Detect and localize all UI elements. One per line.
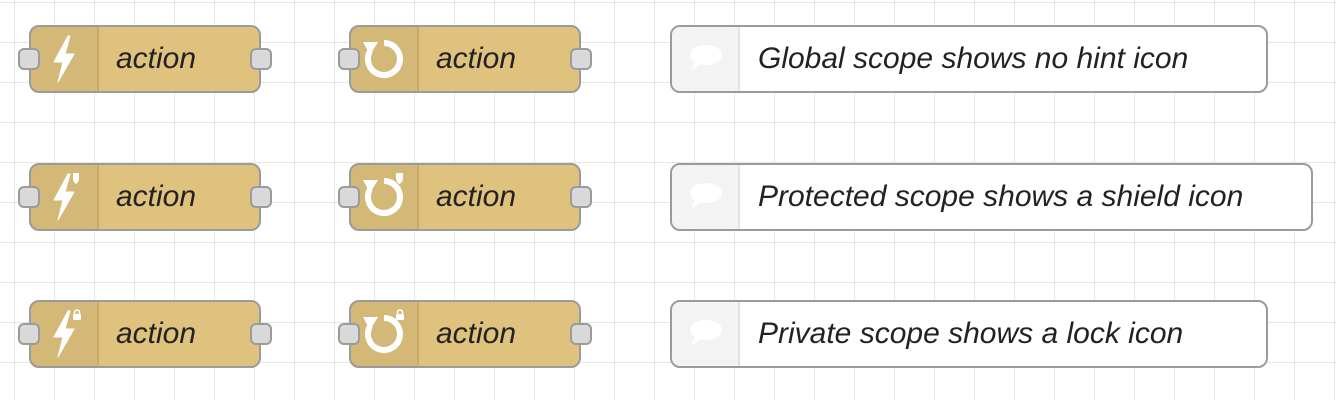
input-port[interactable] — [338, 323, 360, 345]
inject-lightning-icon — [31, 27, 99, 91]
flow-canvas[interactable]: action action Global scope shows no hint… — [0, 0, 1336, 400]
comment-node-protected[interactable]: Protected scope shows a shield icon — [670, 163, 1313, 231]
input-port[interactable] — [18, 186, 40, 208]
comment-speech-bubble-icon — [672, 165, 740, 229]
output-port[interactable] — [570, 48, 592, 70]
output-port[interactable] — [570, 186, 592, 208]
node-label: action — [436, 317, 517, 350]
node-label: action — [116, 42, 197, 75]
inject-lightning-icon — [31, 302, 99, 366]
output-port[interactable] — [570, 323, 592, 345]
action-node-inject-private[interactable]: action — [18, 300, 272, 368]
comment-text: Protected scope shows a shield icon — [758, 180, 1244, 213]
node-label: action — [436, 180, 517, 213]
output-port[interactable] — [250, 323, 272, 345]
trigger-refresh-icon — [351, 302, 419, 366]
input-port[interactable] — [18, 323, 40, 345]
shield-icon — [396, 173, 403, 184]
action-node-trigger-global[interactable]: action — [338, 25, 592, 93]
comment-text: Global scope shows no hint icon — [758, 42, 1189, 75]
node-label: action — [116, 317, 197, 350]
comment-node-global[interactable]: Global scope shows no hint icon — [670, 25, 1268, 93]
comment-node-private[interactable]: Private scope shows a lock icon — [670, 300, 1268, 368]
comment-text: Private scope shows a lock icon — [758, 317, 1184, 350]
output-port[interactable] — [250, 186, 272, 208]
inject-lightning-icon — [31, 165, 99, 229]
action-node-trigger-private[interactable]: action — [338, 300, 592, 368]
action-node-inject-protected[interactable]: action — [18, 163, 272, 231]
comment-speech-bubble-icon — [672, 302, 740, 366]
lock-icon — [73, 309, 81, 320]
shield-icon — [73, 173, 79, 184]
action-node-inject-global[interactable]: action — [18, 25, 272, 93]
output-port[interactable] — [250, 48, 272, 70]
trigger-refresh-icon — [351, 165, 419, 229]
comment-speech-bubble-icon — [672, 27, 740, 91]
trigger-refresh-icon — [351, 27, 419, 91]
input-port[interactable] — [338, 186, 360, 208]
lock-icon — [396, 309, 404, 320]
input-port[interactable] — [338, 48, 360, 70]
node-label: action — [116, 180, 197, 213]
node-label: action — [436, 42, 517, 75]
input-port[interactable] — [18, 48, 40, 70]
action-node-trigger-protected[interactable]: action — [338, 163, 592, 231]
